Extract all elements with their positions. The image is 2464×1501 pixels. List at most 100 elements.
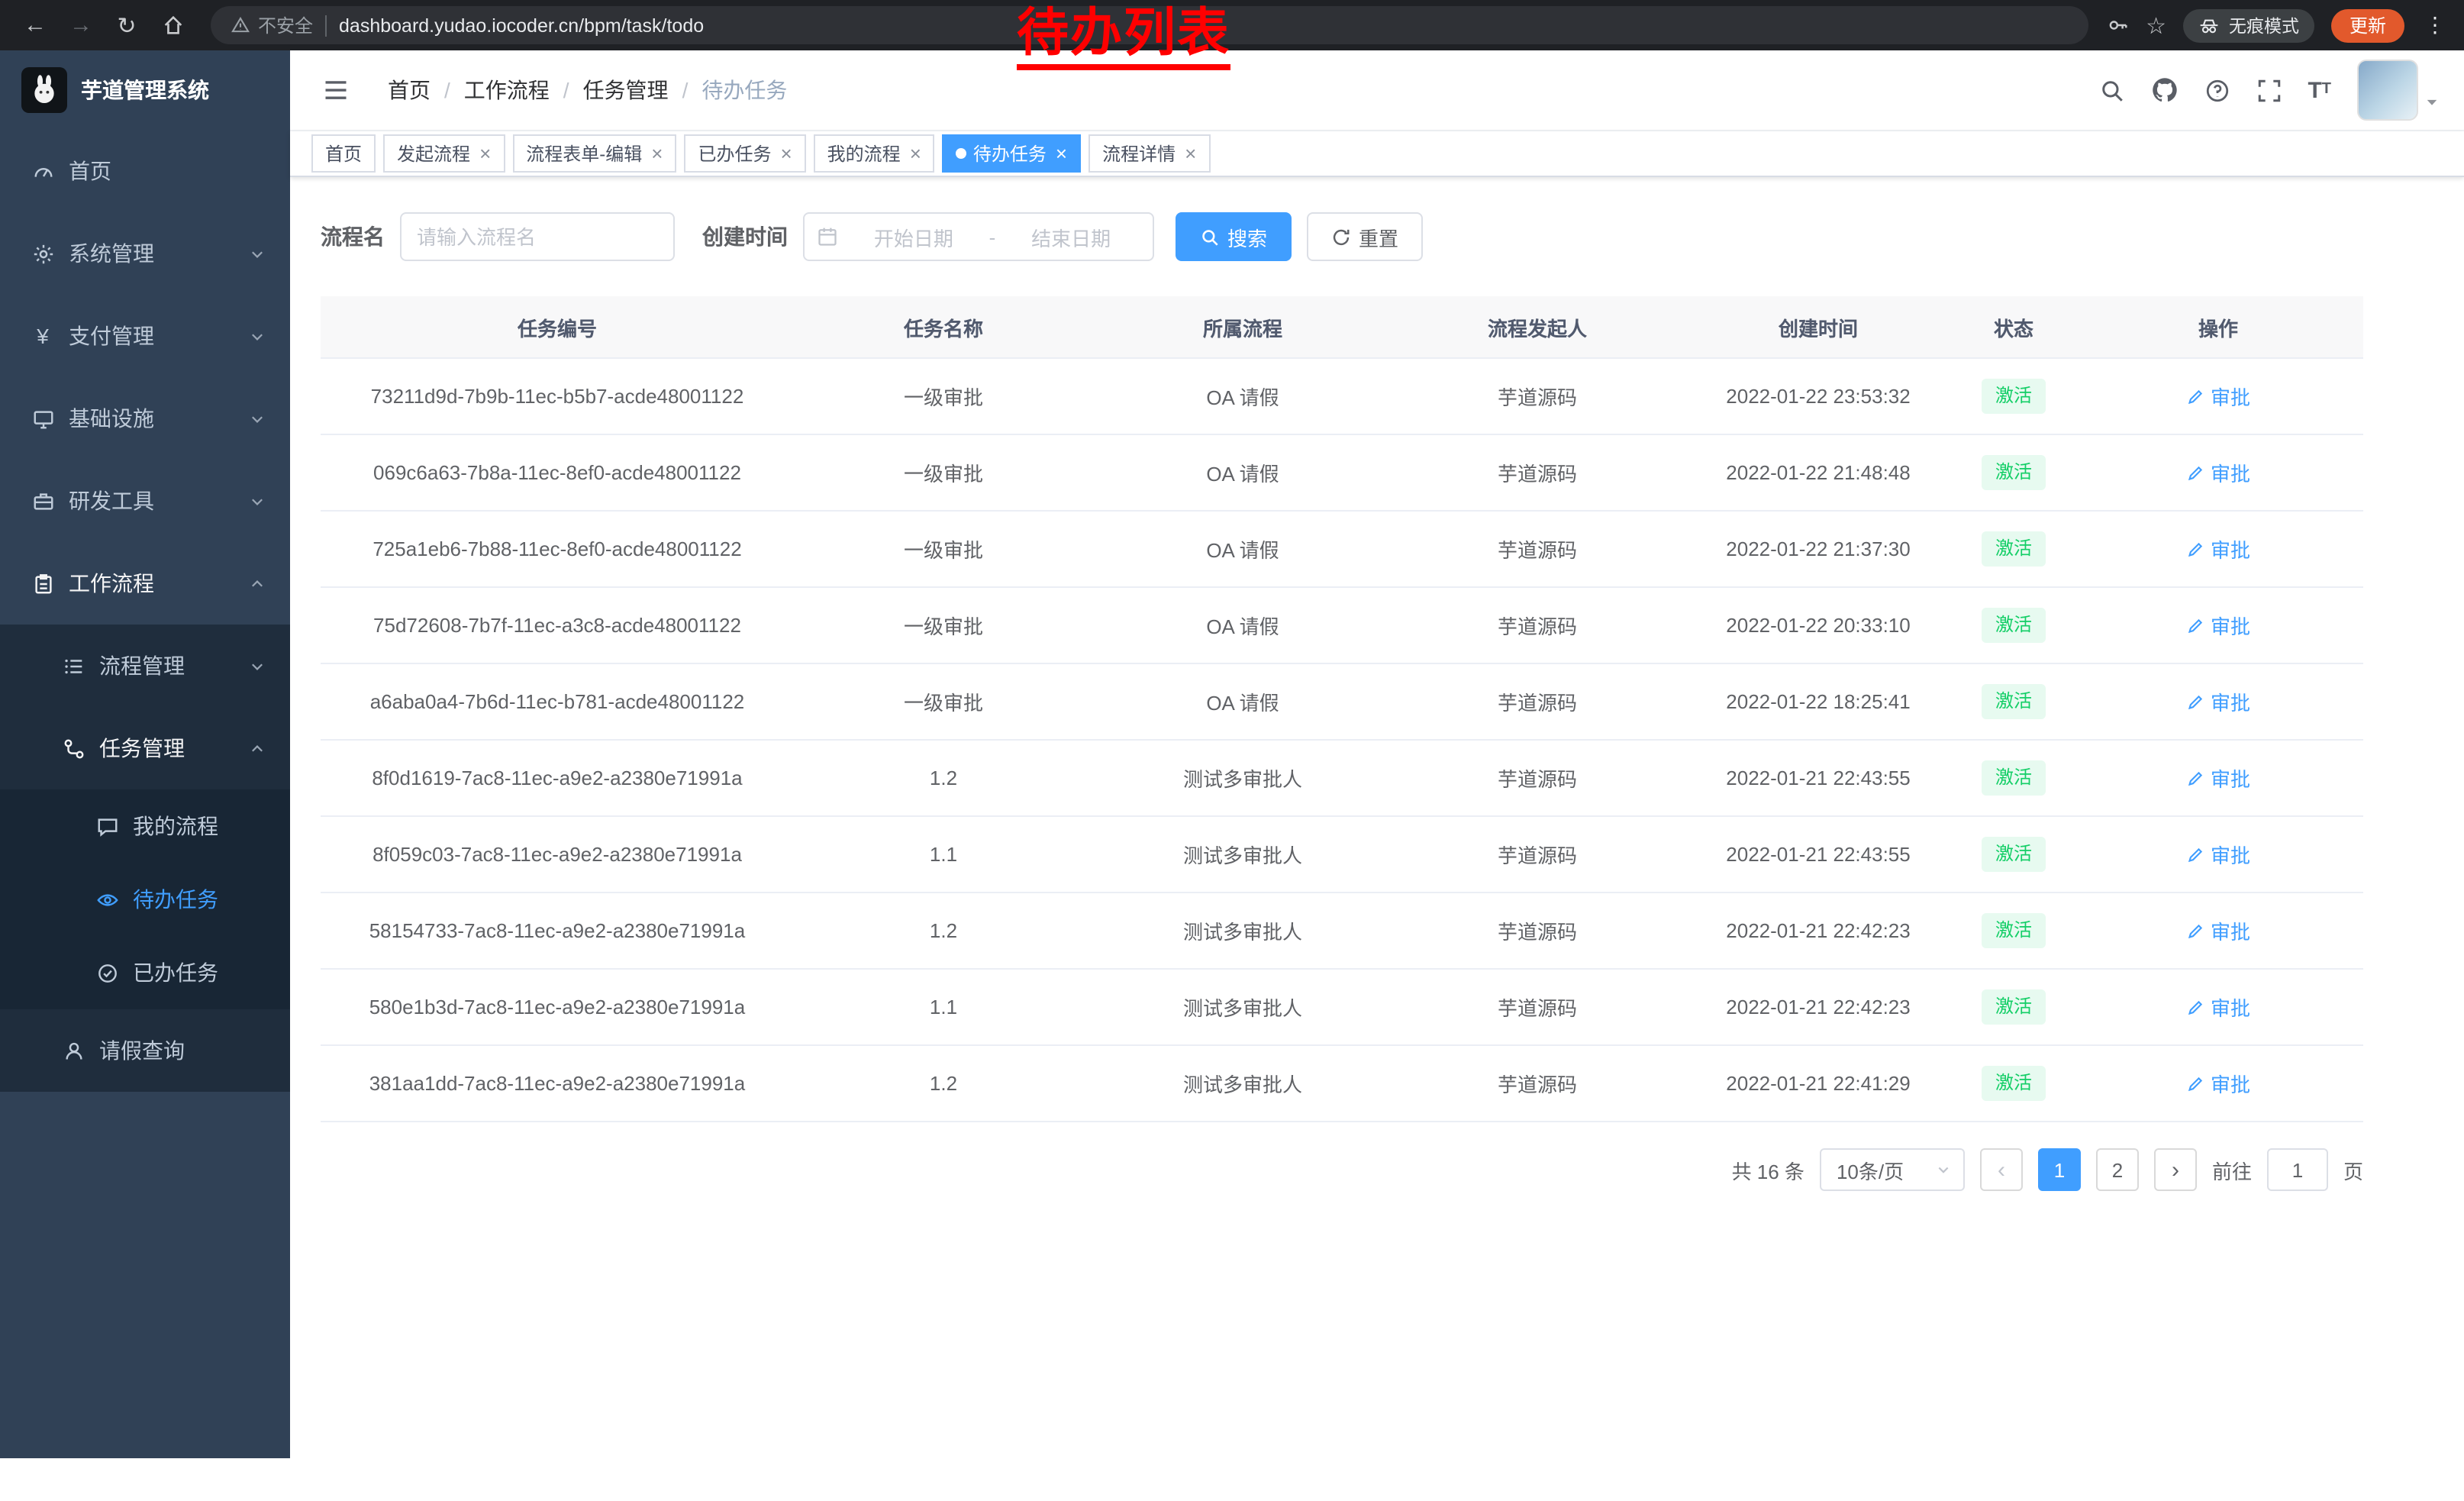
close-icon[interactable]: ×	[651, 144, 663, 163]
approve-link[interactable]: 审批	[2186, 382, 2250, 411]
page-size-select[interactable]: 10条/页	[1820, 1148, 1965, 1191]
github-icon[interactable]	[2150, 76, 2178, 104]
breadcrumb-home[interactable]: 首页	[388, 75, 431, 105]
breadcrumb-separator: /	[444, 78, 450, 102]
status-badge: 激活	[1982, 837, 2046, 872]
tab-todo-tasks[interactable]: 待办任务 ×	[943, 134, 1081, 173]
page-button-2[interactable]: 2	[2096, 1148, 2139, 1191]
sidebar-item-home[interactable]: 首页	[0, 130, 290, 212]
approve-link[interactable]: 审批	[2186, 993, 2250, 1022]
date-range-picker[interactable]: 开始日期 - 结束日期	[803, 212, 1154, 261]
cell-task-id: 725a1eb6-7b88-11ec-8ef0-acde48001122	[321, 511, 794, 587]
cell-task-id: 73211d9d-7b9b-11ec-b5b7-acde48001122	[321, 358, 794, 434]
forward-icon[interactable]: →	[61, 5, 101, 45]
close-icon[interactable]: ×	[1056, 144, 1067, 163]
font-size-icon[interactable]: TT	[2308, 79, 2331, 102]
sidebar-item-label: 首页	[69, 156, 111, 186]
sidebar-item-todo-tasks[interactable]: 待办任务	[0, 863, 290, 936]
security-indicator[interactable]: 不安全	[231, 12, 313, 38]
app-logo[interactable]: 芋道管理系统	[0, 50, 290, 130]
table-row: a6aba0a4-7b6d-11ec-b781-acde48001122 一级审…	[321, 663, 2363, 740]
tab-start-process[interactable]: 发起流程 ×	[383, 134, 505, 173]
sidebar-item-system[interactable]: 系统管理	[0, 212, 290, 295]
edit-pen-icon	[2186, 616, 2204, 634]
search-button[interactable]: 搜索	[1176, 212, 1292, 261]
reset-button[interactable]: 重置	[1307, 212, 1423, 261]
avatar[interactable]	[2357, 60, 2418, 121]
close-icon[interactable]: ×	[479, 144, 491, 163]
approve-link[interactable]: 审批	[2186, 534, 2250, 563]
approve-link[interactable]: 审批	[2186, 840, 2250, 869]
toolbox-icon	[31, 489, 55, 512]
reload-icon[interactable]: ↻	[107, 5, 147, 45]
column-header-operation: 操作	[2073, 296, 2363, 358]
close-icon[interactable]: ×	[1185, 144, 1196, 163]
sidebar-toggle-icon[interactable]	[318, 72, 354, 108]
close-icon[interactable]: ×	[910, 144, 921, 163]
column-header-status: 状态	[1954, 296, 2073, 358]
prev-page-button[interactable]: ‹	[1980, 1148, 2023, 1191]
sidebar: 芋道管理系统 首页 系统管理 ¥ 支付管理 基础设施	[0, 50, 290, 1458]
cell-process: OA 请假	[1093, 663, 1392, 740]
cell-task-name: 1.1	[794, 969, 1093, 1045]
next-page-button[interactable]: ›	[2154, 1148, 2197, 1191]
tab-done-tasks[interactable]: 已办任务 ×	[684, 134, 805, 173]
sidebar-item-label: 任务管理	[99, 733, 185, 763]
tab-my-processes[interactable]: 我的流程 ×	[814, 134, 935, 173]
sidebar-item-process-management[interactable]: 流程管理	[0, 625, 290, 707]
browser-update-button[interactable]: 更新	[2331, 8, 2404, 42]
tab-process-detail[interactable]: 流程详情 ×	[1088, 134, 1210, 173]
approve-link[interactable]: 审批	[2186, 763, 2250, 792]
range-separator: -	[989, 225, 996, 248]
edit-pen-icon	[2186, 463, 2204, 482]
chevron-down-icon	[249, 328, 266, 344]
sidebar-item-infrastructure[interactable]: 基础设施	[0, 377, 290, 460]
status-badge: 激活	[1982, 379, 2046, 414]
sidebar-item-done-tasks[interactable]: 已办任务	[0, 936, 290, 1009]
approve-link[interactable]: 审批	[2186, 458, 2250, 487]
tab-process-form-edit[interactable]: 流程表单-编辑 ×	[512, 134, 676, 173]
approve-link[interactable]: 审批	[2186, 611, 2250, 640]
tab-home[interactable]: 首页	[311, 134, 376, 173]
sidebar-item-dev-tools[interactable]: 研发工具	[0, 460, 290, 542]
breadcrumb-workflow[interactable]: 工作流程	[464, 75, 550, 105]
status-badge: 激活	[1982, 608, 2046, 643]
column-header-process: 所属流程	[1093, 296, 1392, 358]
process-name-input[interactable]	[400, 212, 675, 261]
sidebar-item-leave-query[interactable]: 请假查询	[0, 1009, 290, 1092]
tab-label: 待办任务	[973, 140, 1047, 166]
sidebar-item-my-processes[interactable]: 我的流程	[0, 789, 290, 863]
close-icon[interactable]: ×	[780, 144, 792, 163]
breadcrumb-task-management[interactable]: 任务管理	[583, 75, 669, 105]
search-icon[interactable]	[2098, 77, 2124, 103]
sidebar-item-label: 研发工具	[69, 486, 154, 516]
cell-created: 2022-01-22 21:37:30	[1682, 511, 1954, 587]
sidebar-item-payment[interactable]: ¥ 支付管理	[0, 295, 290, 377]
fullscreen-icon[interactable]	[2256, 77, 2282, 103]
status-badge: 激活	[1982, 684, 2046, 719]
approve-link[interactable]: 审批	[2186, 687, 2250, 716]
home-icon[interactable]	[153, 5, 192, 45]
cell-task-name: 一级审批	[794, 358, 1093, 434]
browser-menu-icon[interactable]: ⋮	[2421, 12, 2449, 38]
sidebar-item-task-management[interactable]: 任务管理	[0, 707, 290, 789]
sidebar-item-label: 支付管理	[69, 321, 154, 351]
user-menu[interactable]	[2357, 60, 2440, 121]
cell-created: 2022-01-21 22:43:55	[1682, 740, 1954, 816]
approve-link[interactable]: 审批	[2186, 916, 2250, 945]
breadcrumb-current: 待办任务	[701, 75, 787, 105]
approve-link[interactable]: 审批	[2186, 1069, 2250, 1098]
help-icon[interactable]	[2204, 77, 2230, 103]
bookmark-star-icon[interactable]: ☆	[2146, 11, 2166, 39]
sidebar-item-label: 基础设施	[69, 403, 154, 434]
cell-task-name: 一级审批	[794, 587, 1093, 663]
goto-page-input[interactable]	[2267, 1148, 2328, 1191]
chevron-down-icon	[249, 657, 266, 674]
page-button-1[interactable]: 1	[2038, 1148, 2081, 1191]
edit-pen-icon	[2186, 1074, 2204, 1093]
start-date-placeholder: 开始日期	[844, 222, 983, 251]
key-icon[interactable]	[2106, 14, 2129, 37]
sidebar-item-workflow[interactable]: 工作流程	[0, 542, 290, 625]
cell-created: 2022-01-22 20:33:10	[1682, 587, 1954, 663]
back-icon[interactable]: ←	[15, 5, 55, 45]
